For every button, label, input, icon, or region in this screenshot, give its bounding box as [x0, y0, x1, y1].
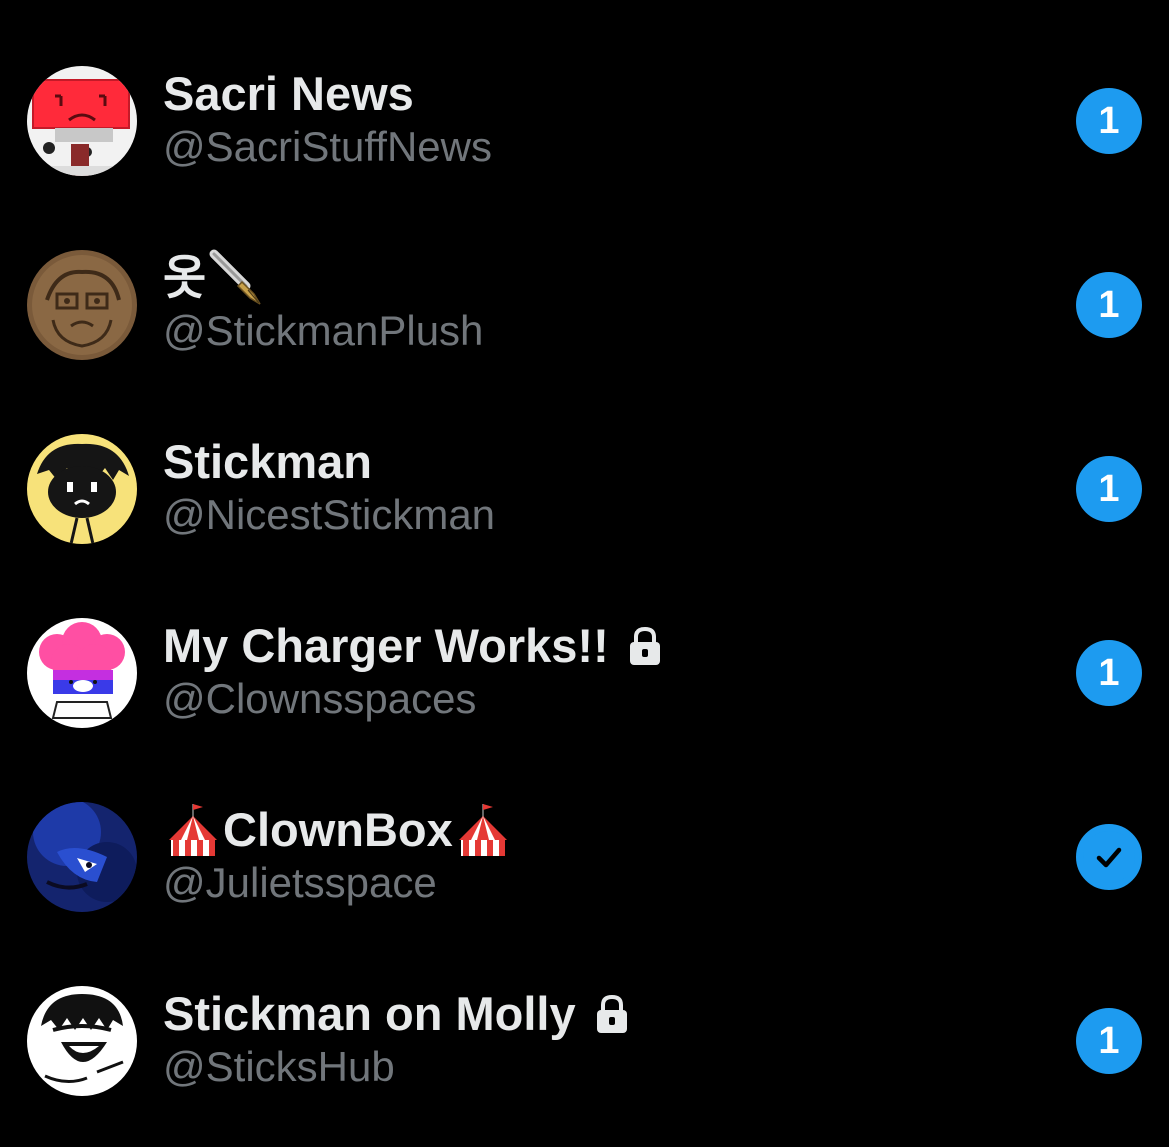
list-item[interactable]: Stickman on Molly @SticksHub 1	[0, 920, 1169, 1104]
yellow-stickman-avatar-icon	[27, 434, 137, 544]
brown-sketch-avatar-icon	[27, 250, 137, 360]
unread-badge: 1	[1076, 640, 1142, 706]
handle: @NicestStickman	[163, 491, 496, 538]
display-name: Stickman on Molly	[163, 986, 630, 1042]
circus-tent-icon	[163, 800, 223, 860]
lock-icon	[594, 993, 630, 1035]
red-character-avatar-icon	[27, 66, 137, 176]
blue-character-avatar-icon	[27, 802, 137, 912]
display-name-text: ClownBox	[223, 803, 453, 856]
display-name-text: 옷	[163, 251, 207, 304]
display-name: 옷	[163, 248, 266, 308]
handle: @SticksHub	[163, 1043, 395, 1090]
display-name: ClownBox	[163, 802, 513, 858]
list-item[interactable]: ClownBox @Julietsspace	[0, 736, 1169, 920]
handle: @Clownsspaces	[163, 675, 477, 722]
list-item[interactable]: Sacri News @SacriStuffNews 1	[0, 0, 1169, 184]
laughing-stickman-avatar-icon	[27, 986, 137, 1096]
avatar[interactable]	[27, 250, 137, 360]
display-name: Stickman	[163, 435, 372, 488]
avatar[interactable]	[27, 986, 137, 1096]
unread-badge: 1	[1076, 1008, 1142, 1074]
avatar[interactable]	[27, 434, 137, 544]
list-item[interactable]: Stickman @NicestStickman 1	[0, 368, 1169, 552]
checkmark-icon	[1096, 847, 1122, 868]
conversation-list: Sacri News @SacriStuffNews 1 옷 @Stickman…	[0, 0, 1169, 1147]
handle: @Julietsspace	[163, 859, 437, 906]
pink-clown-avatar-icon	[27, 618, 137, 728]
display-name-text: My Charger Works!!	[163, 619, 609, 672]
avatar[interactable]	[27, 618, 137, 728]
list-item[interactable]: My Charger Works!! @Clownsspaces 1	[0, 552, 1169, 736]
display-name: My Charger Works!!	[163, 618, 663, 674]
lock-icon	[627, 625, 663, 667]
handle: @StickmanPlush	[163, 307, 484, 354]
unread-badge: 1	[1076, 88, 1142, 154]
display-name-text: Stickman on Molly	[163, 987, 576, 1040]
unread-badge: 1	[1076, 456, 1142, 522]
avatar[interactable]	[27, 802, 137, 912]
selected-badge-inner	[1083, 831, 1135, 883]
handle: @SacriStuffNews	[163, 123, 492, 170]
display-name: Sacri News	[163, 67, 414, 120]
unread-badge: 1	[1076, 272, 1142, 338]
selected-badge[interactable]	[1076, 824, 1142, 890]
fountain-pen-icon	[206, 248, 266, 308]
circus-tent-icon	[453, 800, 513, 860]
avatar[interactable]	[27, 66, 137, 176]
list-item[interactable]: 옷 @StickmanPlush 1	[0, 184, 1169, 368]
